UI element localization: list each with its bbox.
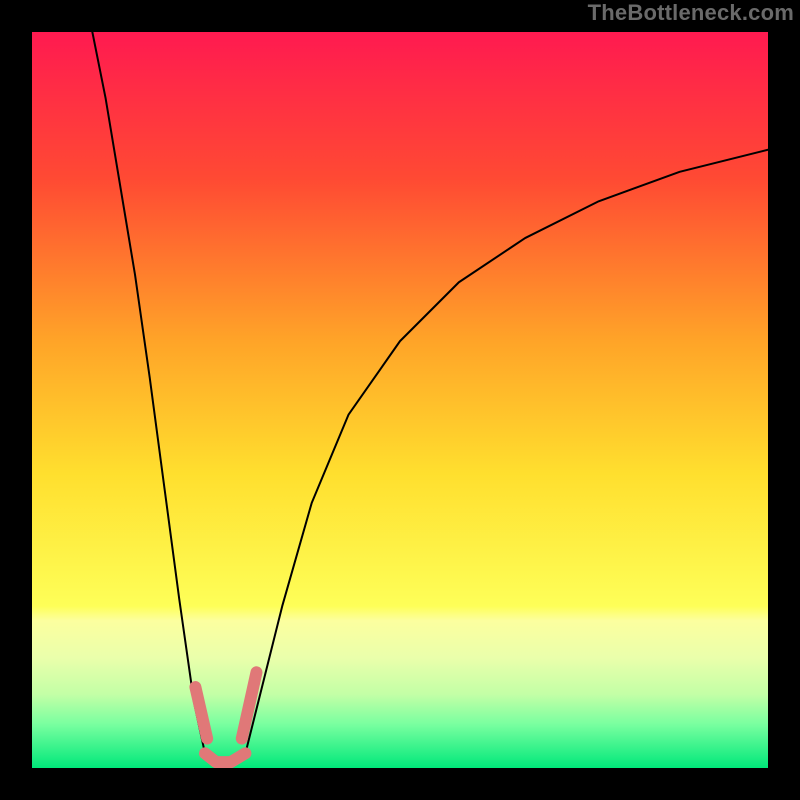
chart-curves: [32, 32, 768, 768]
series-right-ascent: [245, 150, 768, 754]
watermark-text: TheBottleneck.com: [588, 0, 794, 26]
series-optimal-flat: [205, 753, 245, 762]
plot-area: [32, 32, 768, 768]
series-optimal-left-tick: [195, 687, 207, 739]
series-optimal-right-tick: [242, 672, 257, 738]
chart-frame: TheBottleneck.com: [0, 0, 800, 800]
series-left-descent: [92, 32, 205, 753]
